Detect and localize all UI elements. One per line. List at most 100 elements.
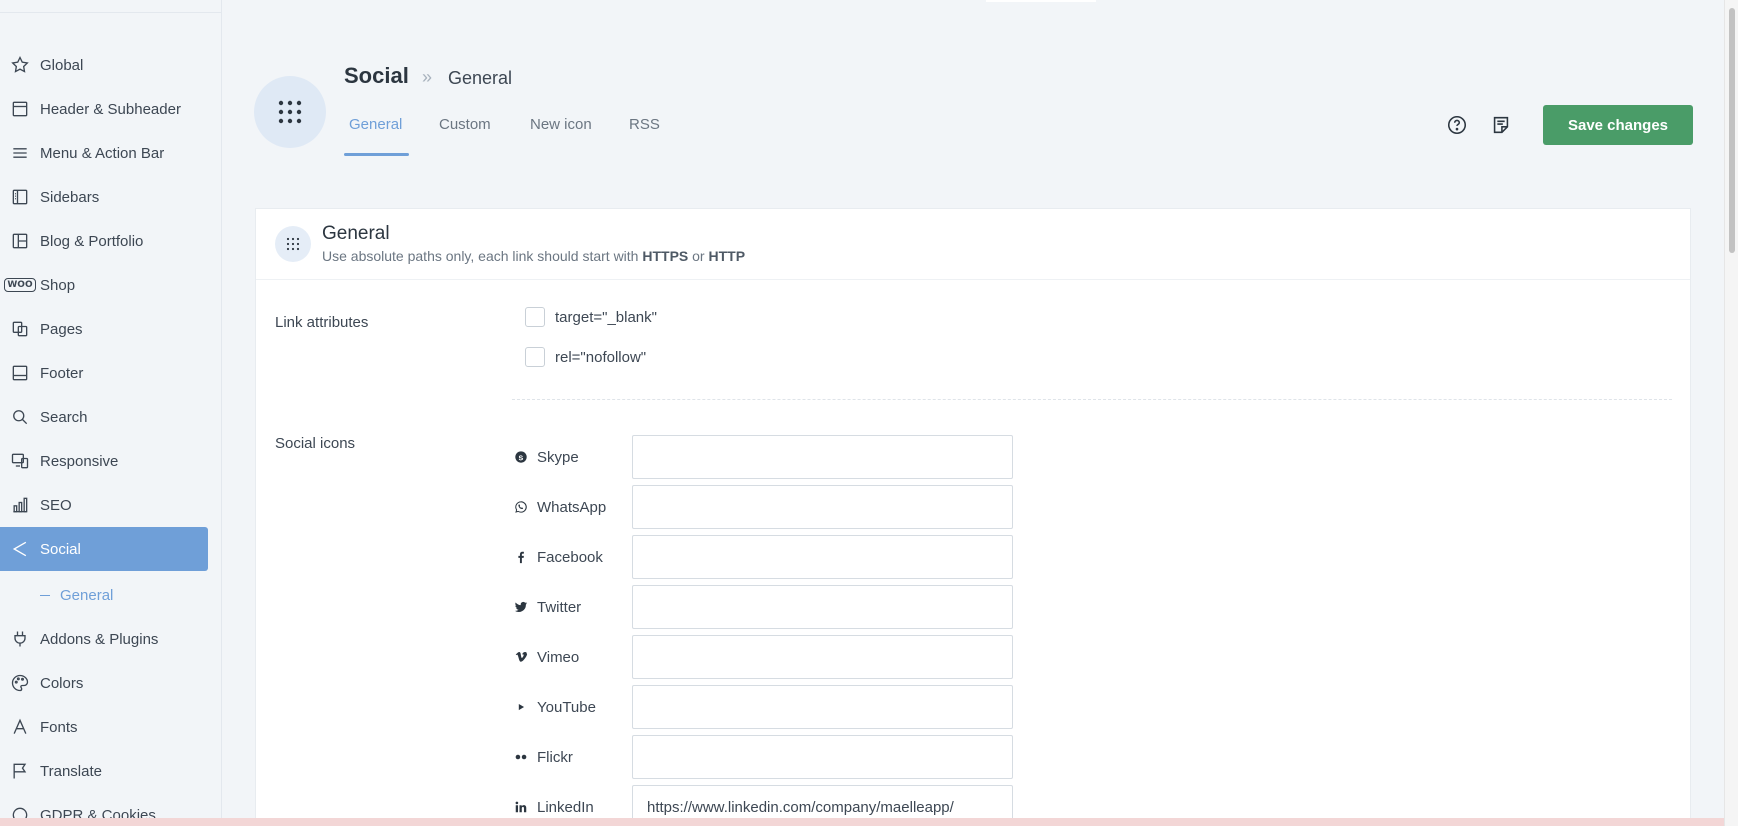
nofollow-option[interactable]: rel="nofollow" bbox=[525, 347, 646, 367]
menu-icon bbox=[0, 131, 40, 175]
sidebar-item-label: Blog & Portfolio bbox=[40, 232, 144, 250]
flickr-url-input[interactable] bbox=[632, 735, 1013, 779]
palette-icon bbox=[0, 661, 40, 705]
sidebar: Global Header & Subheader Menu & Action … bbox=[0, 0, 222, 826]
social-row-twitter: Twitter bbox=[512, 585, 1013, 629]
top-indicator bbox=[986, 0, 1096, 2]
sidebar-item-label: Footer bbox=[40, 364, 84, 382]
social-label: YouTube bbox=[537, 698, 596, 716]
help-icon[interactable] bbox=[1445, 113, 1469, 137]
flag-icon bbox=[0, 749, 40, 793]
sidebar-item-label: Menu & Action Bar bbox=[40, 144, 165, 162]
social-row-skype: Skype bbox=[512, 435, 1013, 479]
sidebar-item-label: Global bbox=[40, 56, 84, 74]
sidebar-item-header[interactable]: Header & Subheader bbox=[0, 87, 208, 131]
sidebar-item-footer[interactable]: Footer bbox=[0, 351, 208, 395]
search-icon bbox=[0, 395, 40, 439]
tab-rss[interactable]: RSS bbox=[629, 116, 660, 133]
social-icons-label: Social icons bbox=[275, 435, 356, 452]
card-desc-or: or bbox=[688, 248, 709, 264]
active-tab-indicator bbox=[344, 153, 409, 156]
grid-dots-icon bbox=[275, 226, 311, 262]
sidebar-item-menu[interactable]: Menu & Action Bar bbox=[0, 131, 208, 175]
sidebar-item-seo[interactable]: SEO bbox=[0, 483, 208, 527]
footer-icon bbox=[0, 351, 40, 395]
target-blank-option[interactable]: target="_blank" bbox=[525, 307, 657, 327]
sidebar-item-search[interactable]: Search bbox=[0, 395, 208, 439]
social-row-youtube: YouTube bbox=[512, 685, 1013, 729]
sidebar-item-label: Sidebars bbox=[40, 188, 100, 206]
tab-general[interactable]: General bbox=[349, 116, 402, 133]
layout-icon bbox=[0, 219, 40, 263]
youtube-url-input[interactable] bbox=[632, 685, 1013, 729]
scrollbar-thumb[interactable] bbox=[1729, 8, 1735, 253]
sidebar-item-label: SEO bbox=[40, 496, 72, 514]
sidebar-item-blog-portfolio[interactable]: Blog & Portfolio bbox=[0, 219, 208, 263]
sidebar-item-responsive[interactable]: Responsive bbox=[0, 439, 208, 483]
notes-icon[interactable] bbox=[1489, 113, 1513, 137]
sidebar-item-sidebars[interactable]: Sidebars bbox=[0, 175, 208, 219]
linkedin-icon bbox=[512, 798, 530, 816]
share-icon bbox=[0, 527, 40, 571]
card-title: General bbox=[322, 223, 390, 244]
tab-new-icon[interactable]: New icon bbox=[530, 116, 592, 133]
card-desc-https: HTTPS bbox=[642, 248, 689, 264]
sidebar-item-addons[interactable]: Addons & Plugins bbox=[0, 617, 208, 661]
sidebar-item-translate[interactable]: Translate bbox=[0, 749, 208, 793]
page-title: Social bbox=[344, 63, 409, 88]
star-icon bbox=[0, 43, 40, 87]
sidebar-item-colors[interactable]: Colors bbox=[0, 661, 208, 705]
link-attributes-label: Link attributes bbox=[275, 314, 369, 331]
whatsapp-url-input[interactable] bbox=[632, 485, 1013, 529]
woo-badge: WOO bbox=[4, 278, 36, 292]
plug-icon bbox=[0, 617, 40, 661]
sidebar-item-label: Fonts bbox=[40, 718, 78, 736]
flickr-icon bbox=[512, 748, 530, 766]
skype-url-input[interactable] bbox=[632, 435, 1013, 479]
sidebar-top-divider bbox=[0, 12, 221, 13]
sidebar-subitem-general[interactable]: General bbox=[40, 583, 113, 607]
tab-custom[interactable]: Custom bbox=[439, 116, 491, 133]
social-row-vimeo: Vimeo bbox=[512, 635, 1013, 679]
checkbox-label: rel="nofollow" bbox=[555, 348, 647, 366]
checkbox-label: target="_blank" bbox=[555, 308, 657, 326]
card-desc-http: HTTP bbox=[708, 248, 746, 264]
social-row-facebook: Facebook bbox=[512, 535, 1013, 579]
woo-icon: WOO bbox=[0, 263, 40, 307]
target-blank-checkbox[interactable] bbox=[525, 307, 545, 327]
sidebar-icon bbox=[0, 175, 40, 219]
chart-icon bbox=[0, 483, 40, 527]
sidebar-item-label: Social bbox=[40, 540, 81, 558]
sidebar-item-global[interactable]: Global bbox=[0, 43, 208, 87]
vimeo-icon bbox=[512, 648, 530, 666]
sidebar-item-label: Shop bbox=[40, 276, 76, 294]
sidebar-item-label: Addons & Plugins bbox=[40, 630, 159, 648]
youtube-icon bbox=[512, 698, 530, 716]
sidebar-item-label: Header & Subheader bbox=[40, 100, 181, 118]
skype-icon bbox=[512, 448, 530, 466]
sidebar-item-label: Responsive bbox=[40, 452, 119, 470]
save-button[interactable]: Save changes bbox=[1543, 105, 1693, 145]
sidebar-item-pages[interactable]: Pages bbox=[0, 307, 208, 351]
grid-dots-icon bbox=[254, 76, 326, 148]
facebook-url-input[interactable] bbox=[632, 535, 1013, 579]
social-label: Skype bbox=[537, 448, 579, 466]
header-icon bbox=[0, 87, 40, 131]
social-label: Vimeo bbox=[537, 648, 580, 666]
sidebar-subitem-label: General bbox=[60, 586, 114, 604]
nofollow-checkbox[interactable] bbox=[525, 347, 545, 367]
twitter-url-input[interactable] bbox=[632, 585, 1013, 629]
sidebar-item-fonts[interactable]: Fonts bbox=[0, 705, 208, 749]
vimeo-url-input[interactable] bbox=[632, 635, 1013, 679]
page-scrollbar[interactable] bbox=[1724, 0, 1738, 826]
facebook-icon bbox=[512, 548, 530, 566]
sidebar-item-shop[interactable]: WOO Shop bbox=[0, 263, 208, 307]
whatsapp-icon bbox=[512, 498, 530, 516]
card-description: Use absolute paths only, each link shoul… bbox=[322, 248, 745, 264]
sidebar-item-label: Search bbox=[40, 408, 88, 426]
breadcrumb-separator: » bbox=[422, 67, 433, 87]
sidebar-item-social[interactable]: Social bbox=[0, 527, 208, 571]
sidebar-item-label: Translate bbox=[40, 762, 102, 780]
pages-icon bbox=[0, 307, 40, 351]
breadcrumb: General bbox=[448, 68, 513, 88]
